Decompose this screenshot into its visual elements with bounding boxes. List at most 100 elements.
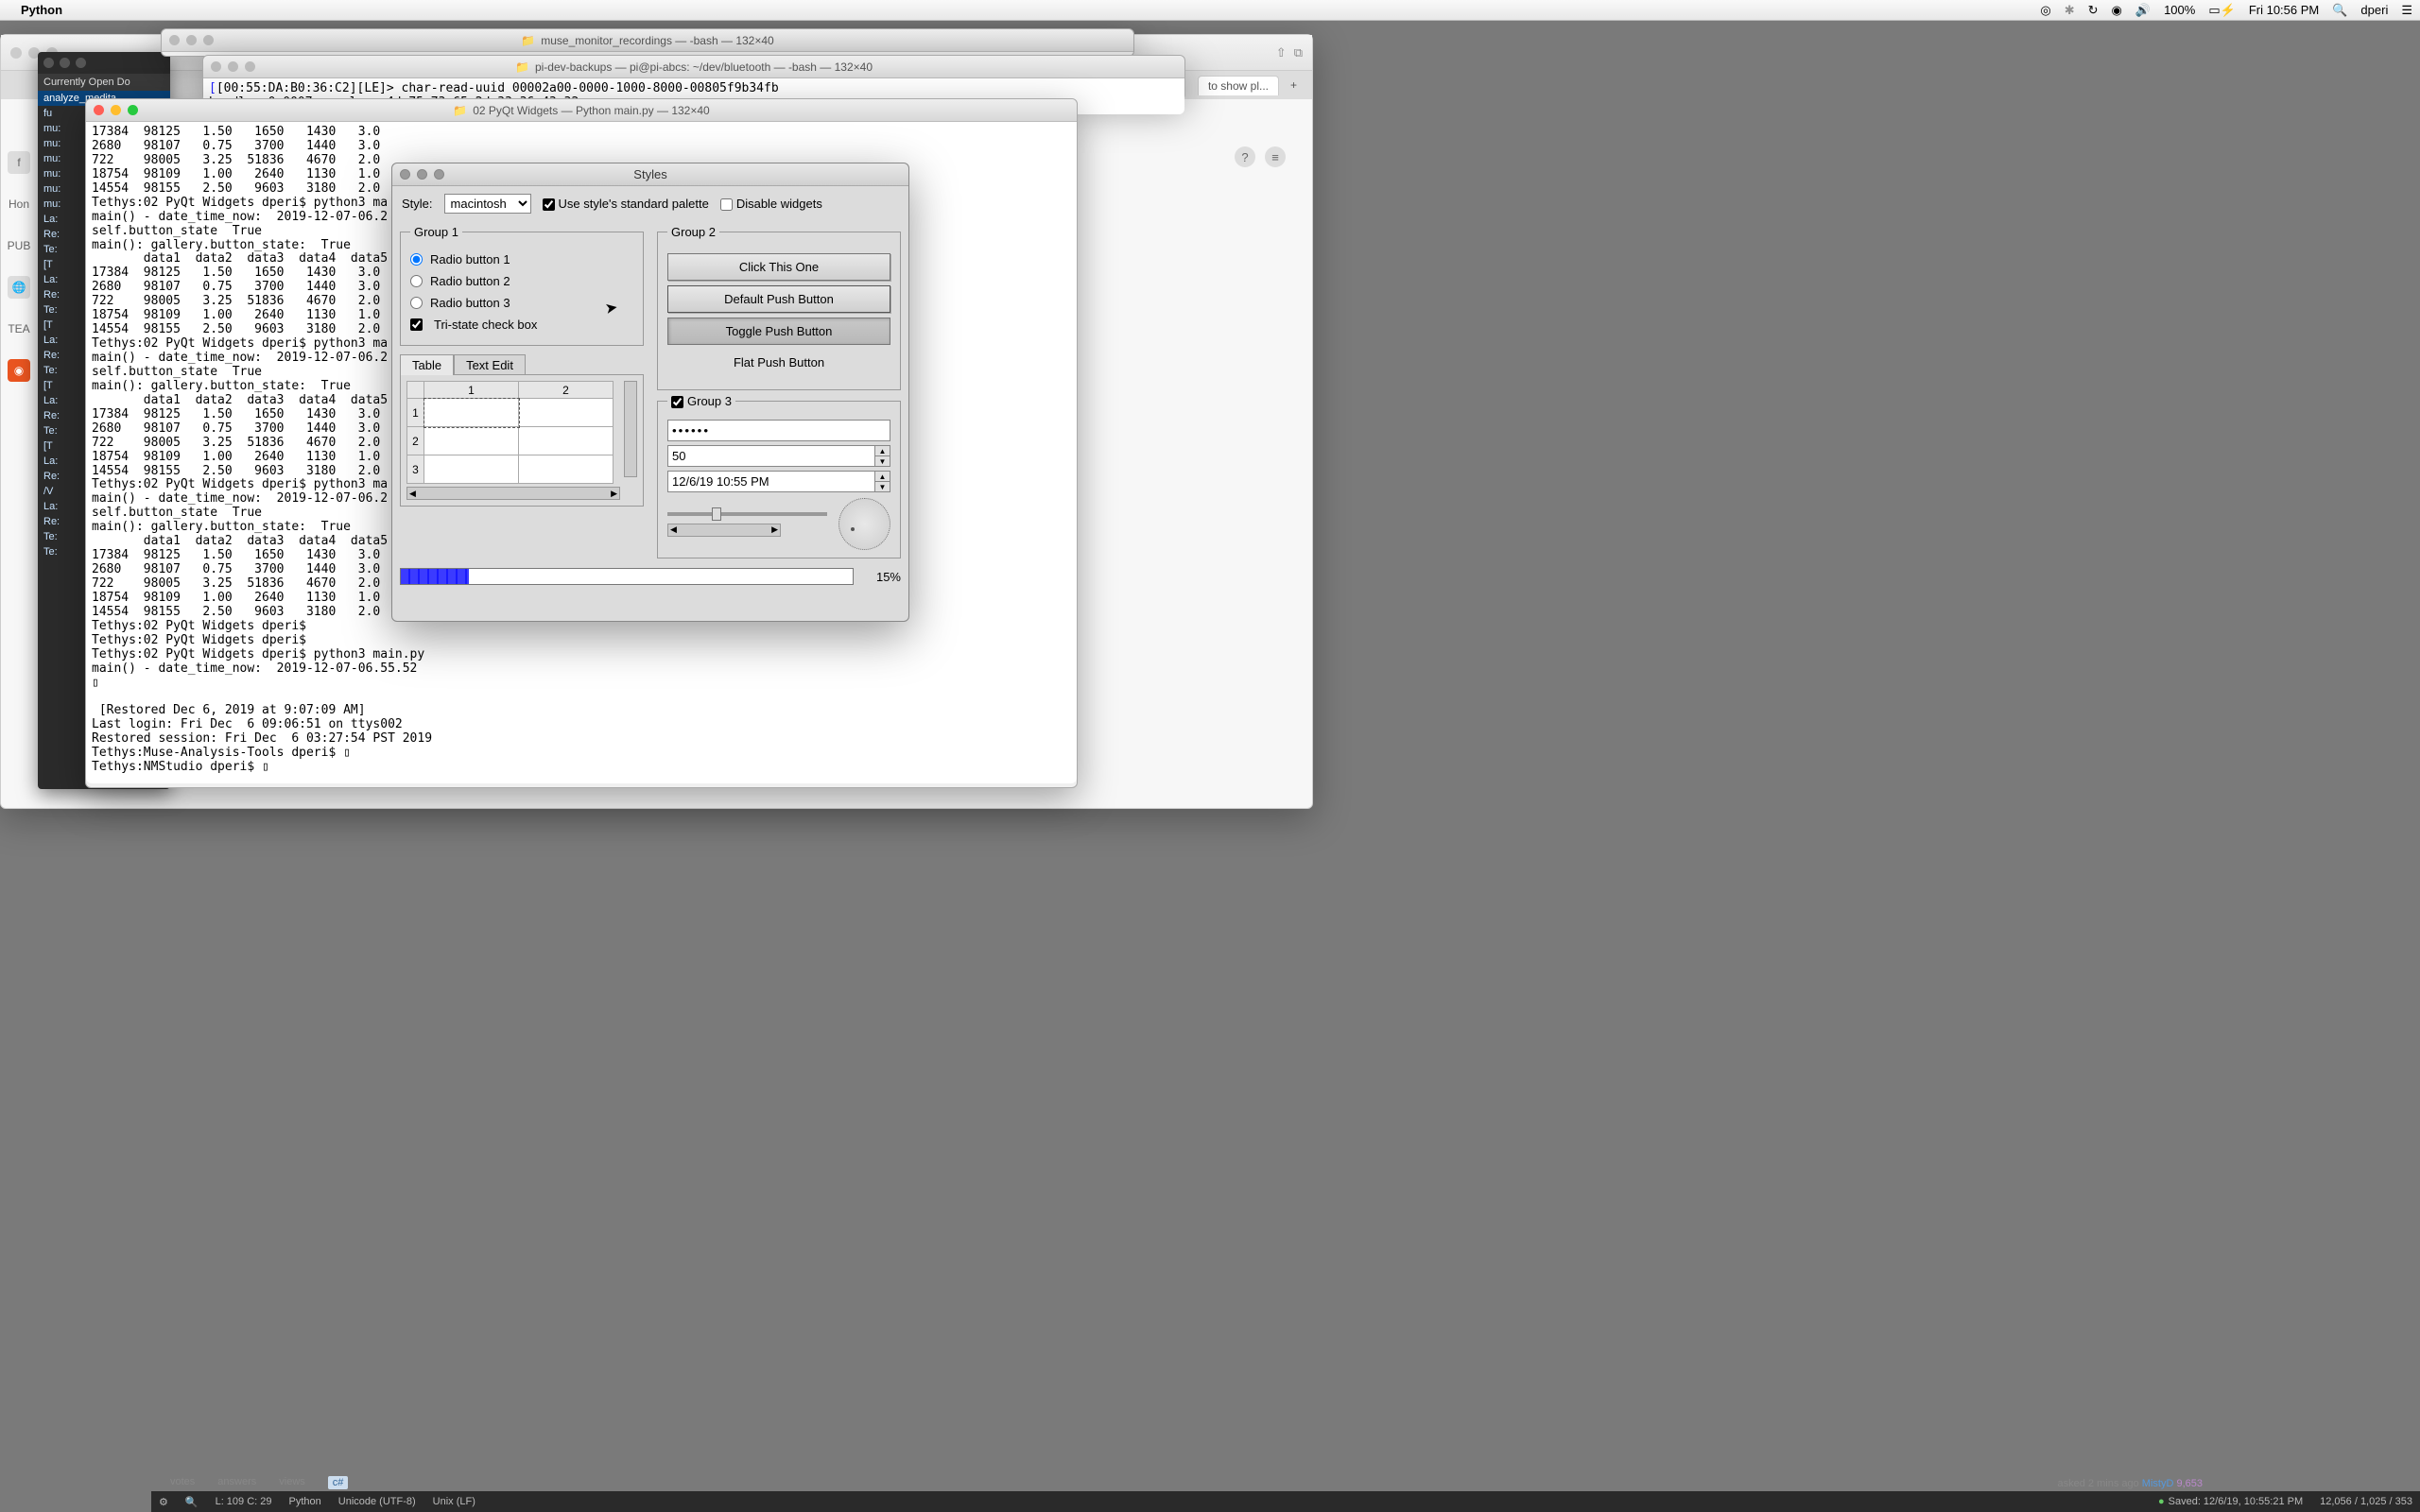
spin-up-icon[interactable]: ▲ — [875, 446, 890, 456]
wifi-icon[interactable]: ◉ — [2112, 3, 2122, 18]
radio3[interactable] — [410, 297, 423, 309]
vertical-scrollbar[interactable] — [624, 381, 637, 477]
table-widget[interactable]: 12 1 2 3 ◀▶ — [400, 374, 644, 507]
app-name[interactable]: Python — [21, 3, 62, 17]
battery-text: 100% — [2164, 3, 2195, 17]
menu-lines-icon[interactable]: ≡ — [1265, 146, 1286, 167]
scroll-right-icon[interactable]: ▶ — [609, 489, 619, 499]
tabs-icon[interactable]: ⧉ — [1294, 45, 1303, 60]
ubuntu-icon[interactable]: ◉ — [8, 359, 30, 382]
so-user-rep: 9,653 — [2176, 1478, 2203, 1489]
spin-down-icon[interactable]: ▼ — [875, 482, 890, 491]
terminal-window-1[interactable]: 📁 muse_monitor_recordings — -bash — 132×… — [161, 28, 1134, 57]
scrollbar[interactable]: ◀▶ — [667, 524, 781, 537]
language-mode[interactable]: Python — [289, 1496, 321, 1507]
group3-checkbox[interactable] — [671, 396, 683, 408]
app-icon[interactable]: f — [8, 151, 30, 174]
col-header-2[interactable]: 2 — [519, 382, 614, 399]
slider-thumb[interactable] — [712, 507, 721, 521]
table-cell[interactable] — [519, 399, 614, 427]
volume-icon[interactable]: 🔊 — [2135, 3, 2151, 18]
timemachine-icon[interactable]: ↻ — [2088, 3, 2099, 18]
row-header-2[interactable]: 2 — [407, 427, 424, 455]
tristate-checkbox[interactable] — [410, 318, 423, 331]
battery-icon[interactable]: ▭⚡ — [2208, 3, 2235, 18]
folder-icon: 📁 — [521, 34, 535, 47]
spinbox[interactable]: ▲▼ — [667, 445, 890, 467]
line-endings[interactable]: Unix (LF) — [433, 1496, 475, 1507]
minimize-icon[interactable] — [111, 105, 121, 115]
search-icon[interactable]: 🔍 — [185, 1496, 199, 1508]
help-icon[interactable]: ? — [1235, 146, 1255, 167]
table-cell[interactable] — [519, 427, 614, 455]
new-tab-icon[interactable]: + — [1285, 78, 1303, 92]
disable-checkbox[interactable] — [720, 198, 733, 211]
radio1[interactable] — [410, 253, 423, 266]
clock[interactable]: Fri 10:56 PM — [2249, 3, 2319, 17]
so-tag[interactable]: c# — [328, 1476, 349, 1489]
row-header-3[interactable]: 3 — [407, 455, 424, 484]
spinbox-input[interactable] — [668, 446, 874, 466]
minimize-icon[interactable] — [417, 169, 427, 180]
col-header-1[interactable]: 1 — [424, 382, 519, 399]
qt-styles-window[interactable]: Styles Style: macintosh Use style's stan… — [391, 163, 909, 622]
tea-label: TEA — [8, 318, 30, 340]
globe-icon[interactable]: 🌐 — [8, 276, 30, 299]
dock-fragment: f Hon PUB 🌐 TEA ◉ — [8, 151, 34, 382]
encoding[interactable]: Unicode (UTF-8) — [338, 1496, 416, 1507]
datetime-edit[interactable]: ▲▼ — [667, 471, 890, 492]
cursor-position[interactable]: L: 109 C: 29 — [216, 1496, 272, 1507]
menu-icon[interactable]: ☰ — [2401, 3, 2412, 18]
folder-icon: 📁 — [453, 104, 467, 117]
share-icon[interactable]: ⇧ — [1276, 45, 1287, 60]
tab-textedit[interactable]: Text Edit — [454, 354, 526, 375]
so-user-link[interactable]: MistyD — [2142, 1478, 2174, 1489]
user-name[interactable]: dperi — [2360, 3, 2388, 17]
palette-checkbox-label[interactable]: Use style's standard palette — [543, 197, 709, 211]
default-push-button[interactable]: Default Push Button — [667, 285, 890, 313]
doc-stats: 12,056 / 1,025 / 353 — [2320, 1496, 2412, 1507]
group3-legend[interactable]: Group 3 — [667, 394, 735, 408]
so-votes-label: votes — [170, 1476, 195, 1489]
maximize-icon[interactable] — [128, 105, 138, 115]
table-cell[interactable] — [519, 455, 614, 484]
dial[interactable] — [838, 498, 890, 550]
table-cell[interactable] — [424, 399, 519, 427]
horizontal-scrollbar[interactable]: ◀▶ — [406, 487, 620, 500]
flat-push-button[interactable]: Flat Push Button — [667, 350, 890, 375]
spin-up-icon[interactable]: ▲ — [875, 472, 890, 482]
palette-checkbox[interactable] — [543, 198, 555, 211]
disable-checkbox-label[interactable]: Disable widgets — [720, 197, 822, 211]
group3-fieldset: Group 3 ▲▼ ▲▼ ◀▶ — [657, 394, 901, 558]
group1-legend: Group 1 — [410, 225, 462, 239]
spin-down-icon[interactable]: ▼ — [875, 456, 890, 466]
click-this-button[interactable]: Click This One — [667, 253, 890, 281]
datetime-input[interactable] — [668, 472, 874, 491]
radio1-label: Radio button 1 — [430, 252, 510, 266]
table-cell[interactable] — [424, 427, 519, 455]
row-header-1[interactable]: 1 — [407, 399, 424, 427]
group1-fieldset: Group 1 Radio button 1 Radio button 2 Ra… — [400, 225, 644, 346]
window-title: Styles — [633, 167, 666, 181]
tab-table[interactable]: Table — [400, 354, 454, 375]
close-icon[interactable] — [400, 169, 410, 180]
group2-legend: Group 2 — [667, 225, 719, 239]
scroll-left-icon[interactable]: ◀ — [407, 489, 418, 499]
spotlight-icon[interactable]: 🔍 — [2332, 3, 2347, 18]
scroll-left-icon[interactable]: ◀ — [668, 524, 679, 535]
slider[interactable] — [667, 512, 827, 516]
browser-tab[interactable]: to show pl... — [1198, 76, 1279, 95]
gear-icon[interactable]: ⚙ — [159, 1496, 168, 1508]
password-field[interactable] — [667, 420, 890, 441]
bluetooth-icon[interactable]: ✱ — [2065, 3, 2075, 18]
table-cell[interactable] — [424, 455, 519, 484]
close-icon[interactable] — [94, 105, 104, 115]
so-views-label: views — [279, 1476, 305, 1489]
toggle-push-button[interactable]: Toggle Push Button — [667, 318, 890, 345]
maximize-icon[interactable] — [434, 169, 444, 180]
scroll-right-icon[interactable]: ▶ — [769, 524, 780, 535]
status-icon[interactable]: ◎ — [2040, 3, 2050, 18]
terminal-window-2[interactable]: 📁 pi-dev-backups — pi@pi-abcs: ~/dev/blu… — [202, 55, 1185, 100]
radio2[interactable] — [410, 275, 423, 287]
style-select[interactable]: macintosh — [444, 194, 531, 214]
